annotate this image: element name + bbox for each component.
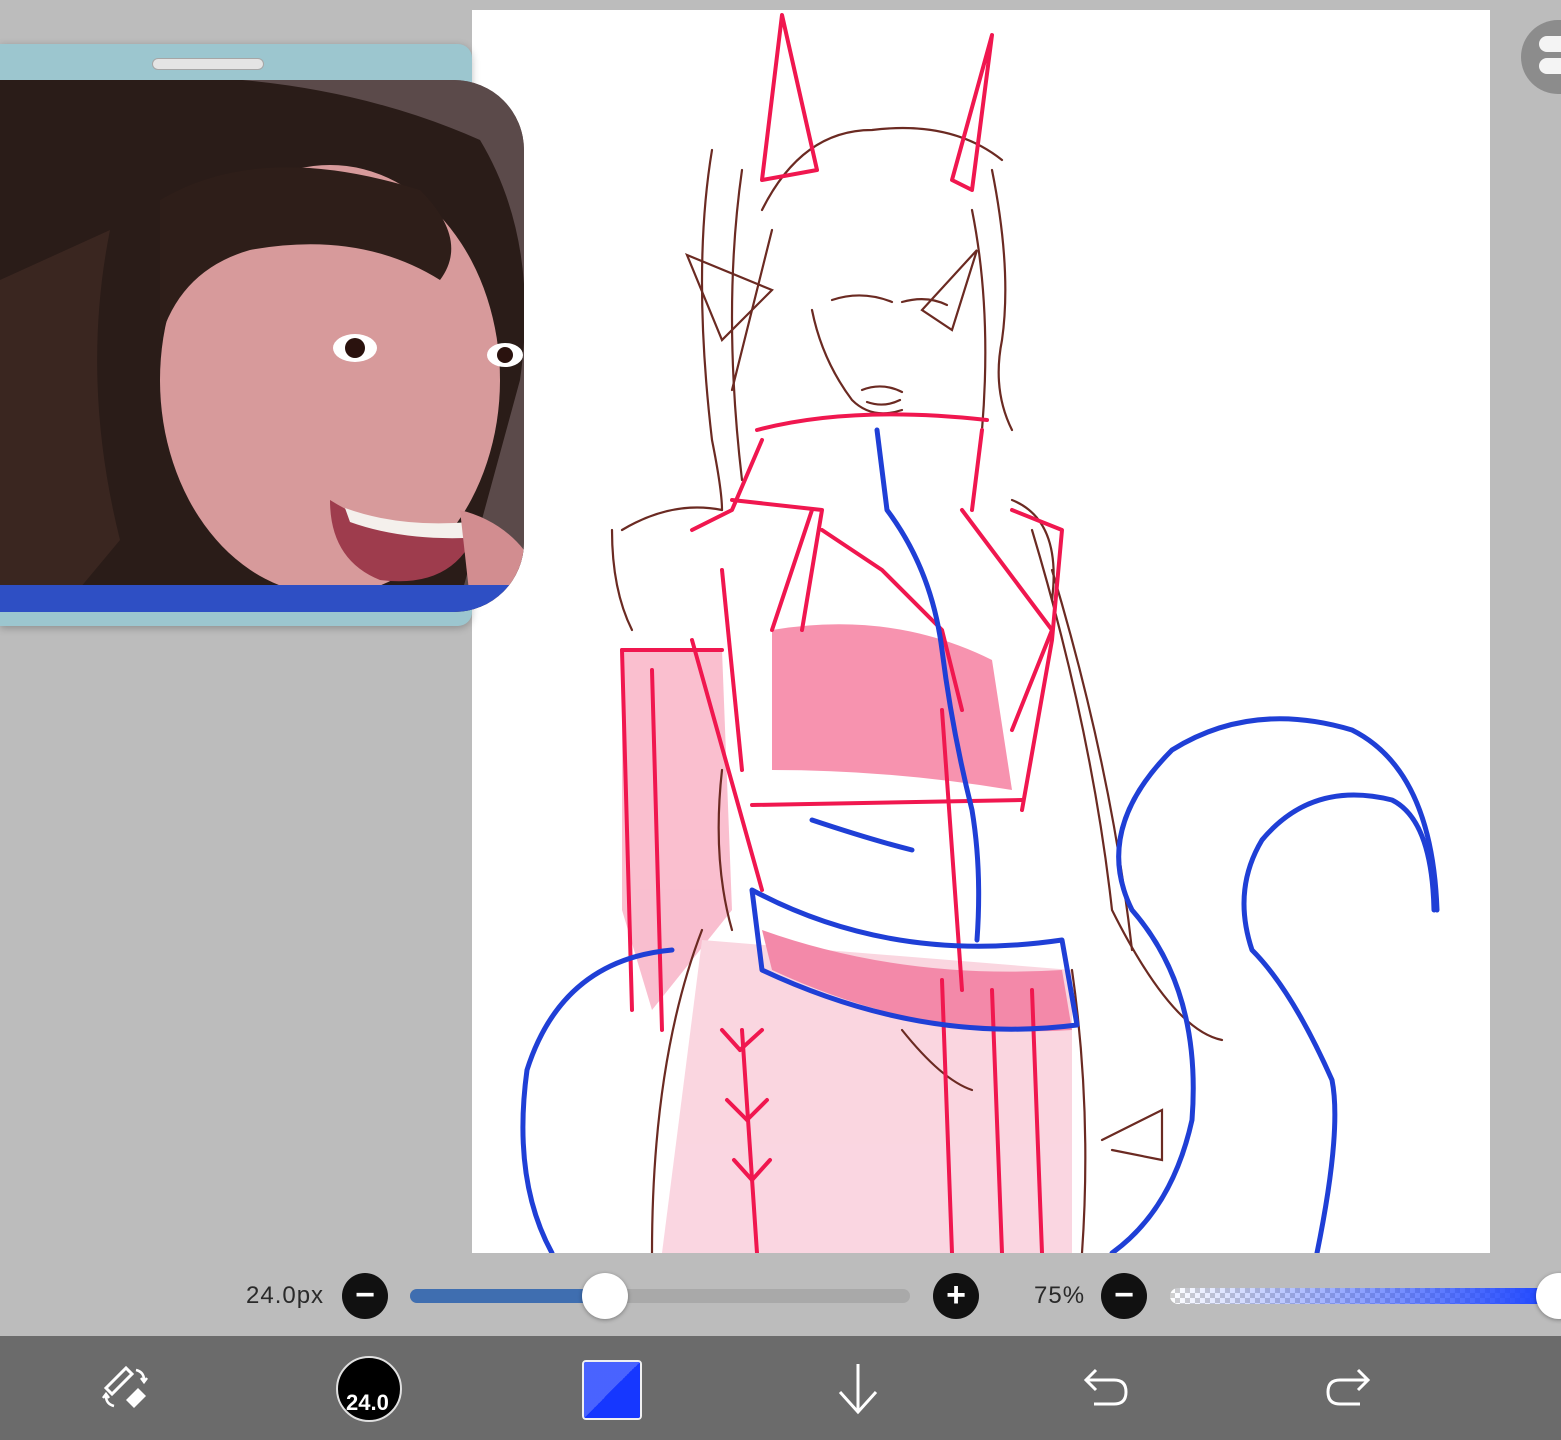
color-swatch[interactable] [582, 1360, 642, 1420]
brush-size-decrease-button[interactable]: − [342, 1273, 388, 1319]
undo-icon[interactable] [1074, 1358, 1134, 1418]
brush-opacity-decrease-button[interactable]: − [1101, 1273, 1147, 1319]
toggle-pill-bottom [1539, 58, 1561, 74]
color-swatch-fill [584, 1362, 640, 1418]
brush-size-increase-button[interactable]: + [933, 1273, 979, 1319]
pink-shading [622, 624, 1072, 1253]
opacity-gradient [1170, 1288, 1550, 1304]
workspace: 24.0px − + 75% − [0, 0, 1561, 1336]
video-feed [0, 80, 524, 612]
brush-size-slider-fill [410, 1289, 605, 1303]
layer-down-arrow-icon[interactable] [828, 1358, 888, 1418]
drawing-canvas[interactable] [472, 10, 1490, 1253]
toggle-pill-top [1539, 36, 1561, 52]
redo-icon[interactable] [1320, 1358, 1380, 1418]
brush-preview-label: 24.0 [346, 1390, 389, 1415]
brush-opacity-slider[interactable] [1170, 1288, 1550, 1304]
brush-eraser-swap-icon[interactable] [96, 1358, 156, 1418]
brush-size-value: 24.0px [246, 1282, 325, 1309]
pip-drag-handle[interactable] [152, 58, 264, 70]
bottom-toolbar: 24.0 [0, 1336, 1561, 1440]
video-feed-image [0, 80, 524, 612]
layer-panel-toggle[interactable] [1521, 20, 1561, 94]
brush-size-slider[interactable] [410, 1289, 910, 1303]
sketch-artwork [520, 13, 1440, 1253]
brush-opacity-value: 75% [1034, 1282, 1086, 1309]
brush-size-preview[interactable]: 24.0 [336, 1356, 402, 1422]
brush-size-slider-knob[interactable] [582, 1273, 628, 1319]
